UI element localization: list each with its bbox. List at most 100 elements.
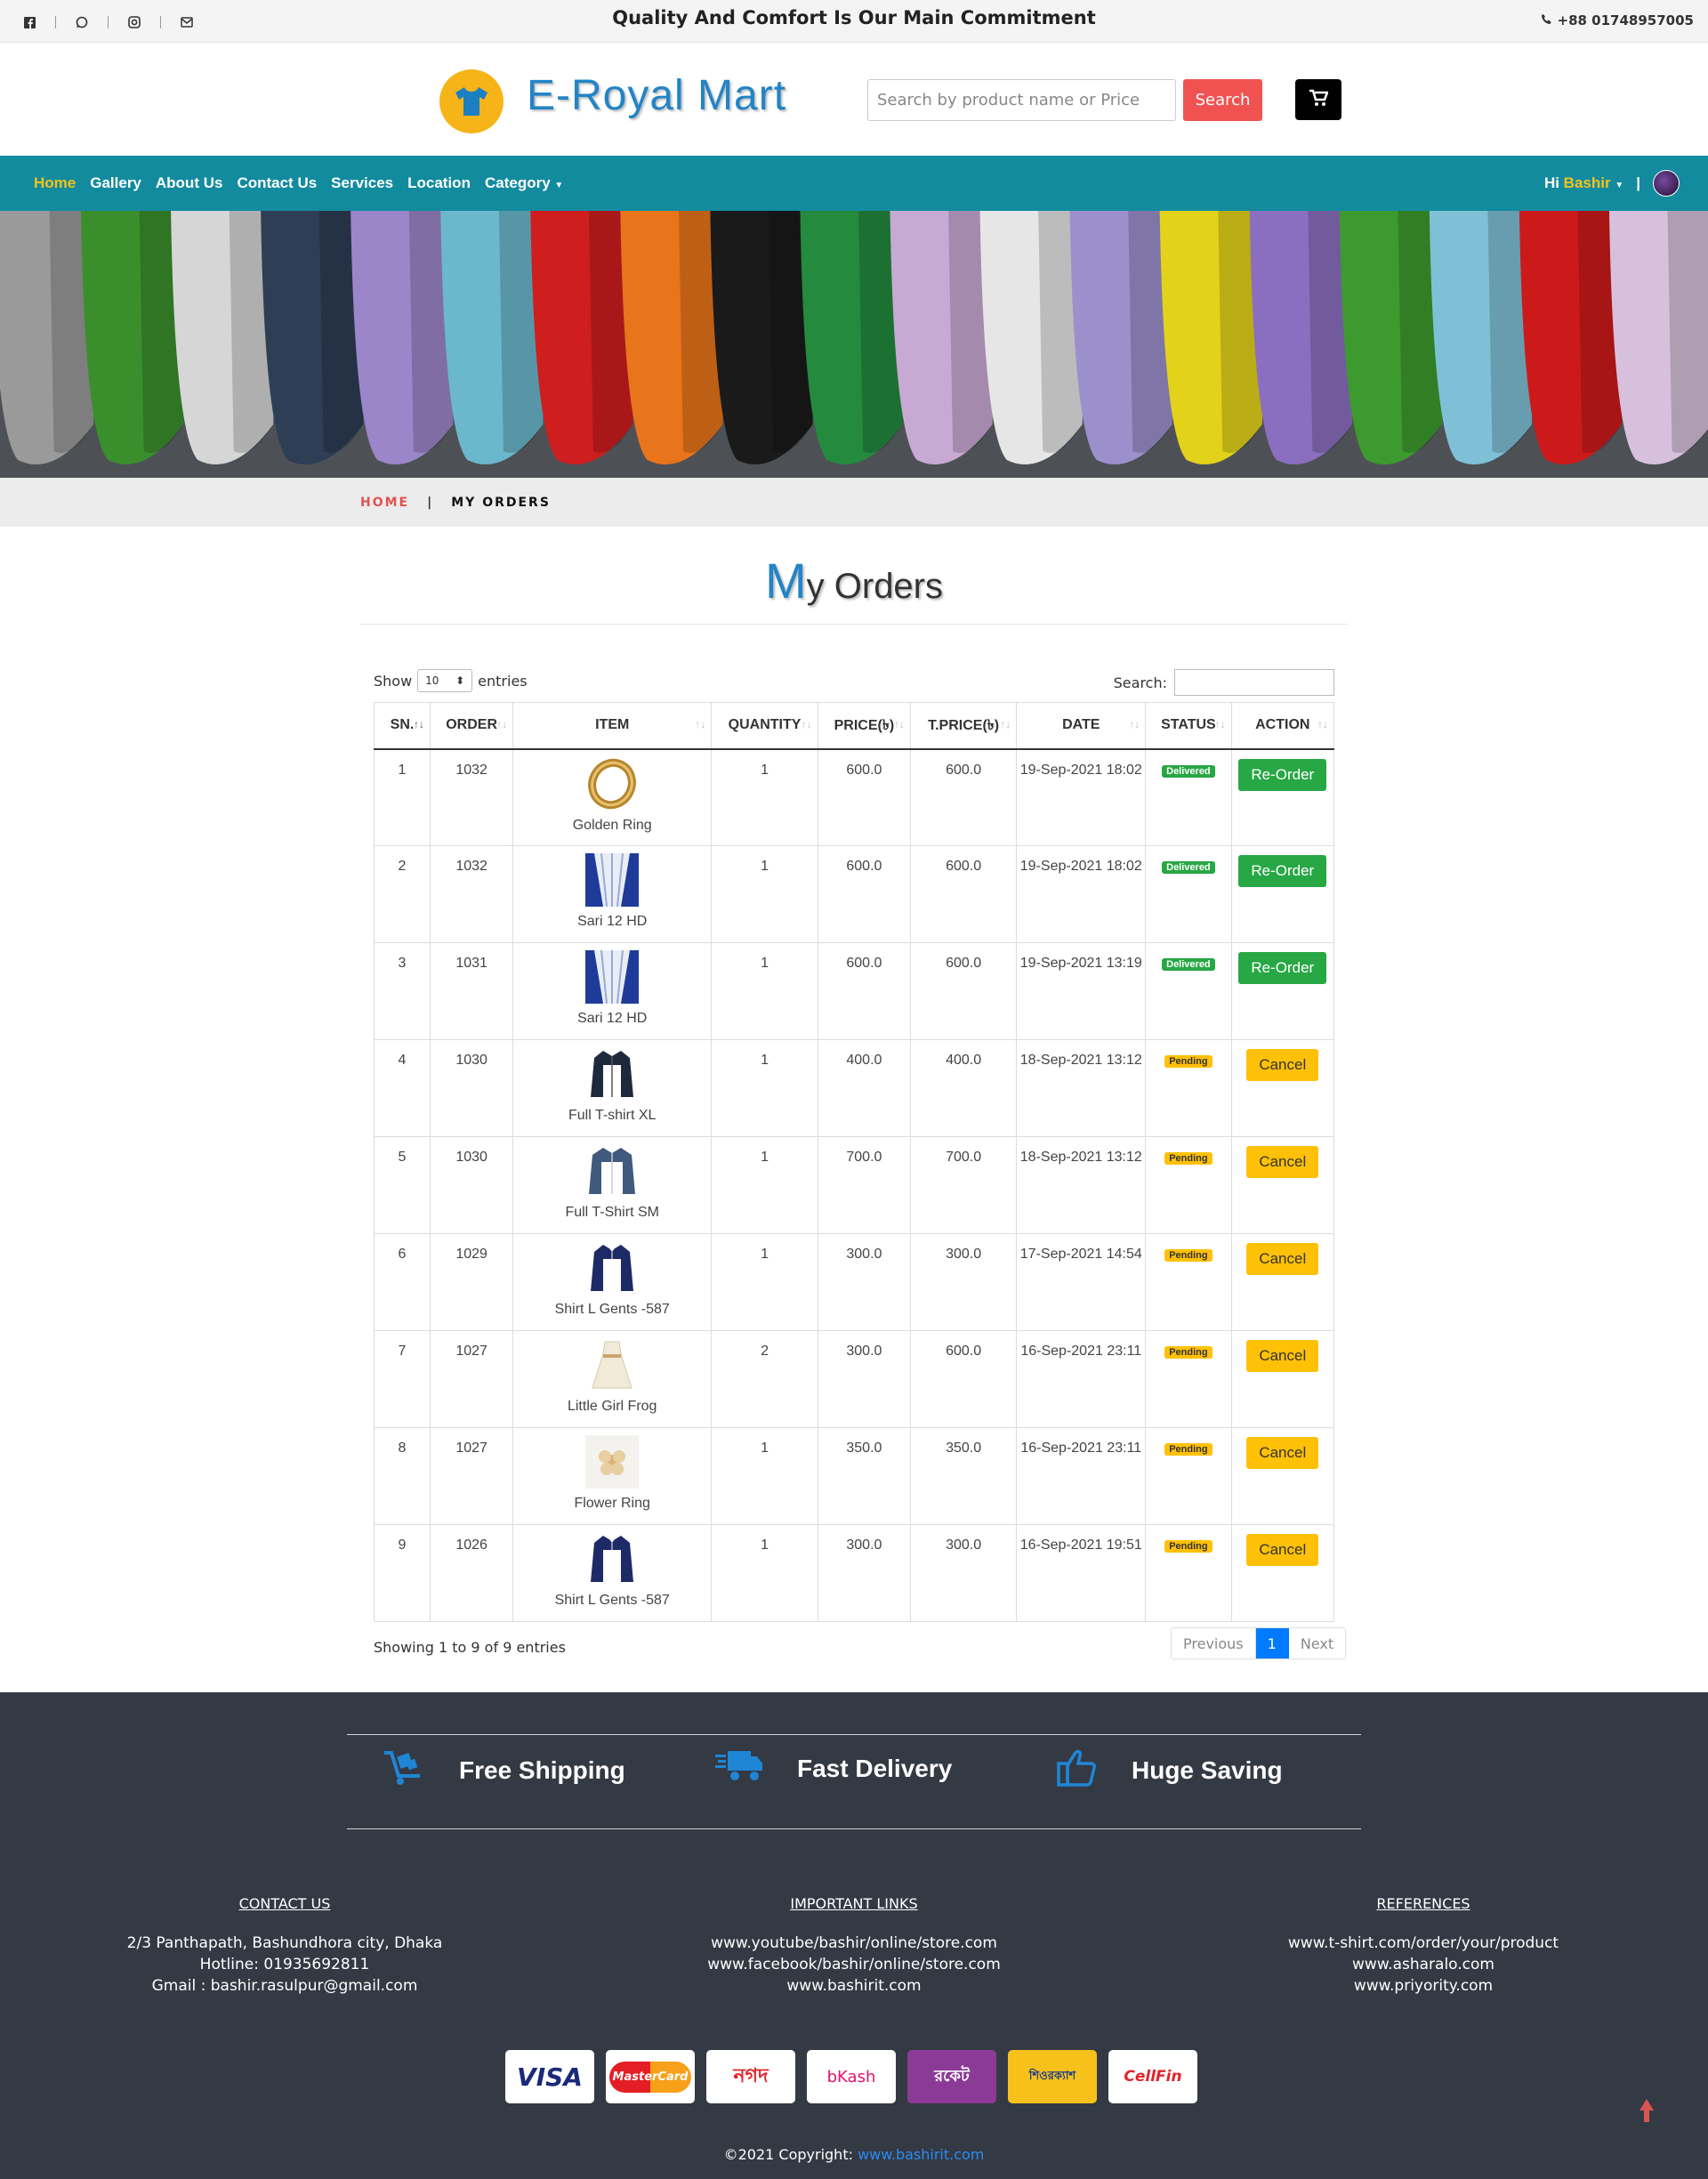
cell-action: Cancel xyxy=(1230,1233,1335,1331)
footer-contact-heading: CONTACT US xyxy=(238,1895,331,1912)
pager-previous[interactable]: Previous xyxy=(1172,1628,1256,1658)
status-badge: Pending xyxy=(1164,1346,1213,1359)
reorder-button[interactable]: Re-Order xyxy=(1238,855,1327,887)
title-divider xyxy=(360,624,1348,625)
product-image[interactable] xyxy=(585,1435,640,1489)
table-row: 9 1026 Shirt L Gents -587 1 300.0 300.0 16-Sep… xyxy=(373,1524,1335,1622)
cell-order: 1030 xyxy=(430,1136,514,1234)
cell-quantity: 1 xyxy=(711,748,818,846)
cell-sn: 2 xyxy=(373,845,431,943)
column-header[interactable]: ACTION ↑↓ xyxy=(1230,702,1335,750)
nav-category-dropdown[interactable]: Category ▼ xyxy=(485,174,563,192)
top-bar: Quality And Comfort Is Our Main Commitme… xyxy=(0,0,1708,43)
table-row: 2 1032 Sari 12 HD 1 600.0 600.0 19-Sep-2021 18… xyxy=(373,845,1335,943)
breadcrumb-home[interactable]: HOME xyxy=(360,496,409,510)
column-header[interactable]: T.PRICE(৳) ↑↓ xyxy=(909,702,1018,750)
brand-name[interactable]: E-Royal Mart xyxy=(527,71,786,120)
cell-price: 350.0 xyxy=(817,1427,911,1525)
footer-reference[interactable]: www.priyority.com xyxy=(1228,1975,1619,1997)
entries-label: entries xyxy=(478,672,528,690)
search-input[interactable]: Search by product name or Price xyxy=(867,79,1176,121)
product-image[interactable] xyxy=(585,1144,639,1198)
copyright-link[interactable]: www.bashirit.com xyxy=(858,2146,984,2163)
table-search-input[interactable] xyxy=(1174,669,1334,696)
cancel-button[interactable]: Cancel xyxy=(1246,1340,1319,1372)
footer-hotline: Hotline: 01935692811 xyxy=(199,1956,370,1973)
nav-services[interactable]: Services xyxy=(331,174,393,192)
select-arrows-icon: ⬍ xyxy=(455,674,465,687)
nav-contact-us[interactable]: Contact Us xyxy=(237,174,317,192)
cancel-button[interactable]: Cancel xyxy=(1246,1049,1319,1081)
column-header[interactable]: QUANTITY ↑↓ xyxy=(711,702,818,750)
reorder-button[interactable]: Re-Order xyxy=(1238,952,1327,984)
avatar[interactable] xyxy=(1653,170,1680,197)
cancel-button[interactable]: Cancel xyxy=(1246,1243,1319,1275)
sort-icon: ↑↓ xyxy=(496,718,508,730)
cell-status: Pending xyxy=(1145,1039,1232,1137)
product-image[interactable] xyxy=(585,1047,639,1101)
cell-price: 700.0 xyxy=(817,1136,911,1234)
entries-select[interactable]: 10 ⬍ xyxy=(417,669,473,692)
reorder-button[interactable]: Re-Order xyxy=(1238,758,1327,791)
column-header[interactable]: PRICE(৳) ↑↓ xyxy=(817,702,911,750)
cancel-button[interactable]: Cancel xyxy=(1246,1534,1319,1566)
product-image[interactable] xyxy=(585,1241,639,1295)
product-image[interactable] xyxy=(585,852,640,908)
cell-total-price: 600.0 xyxy=(909,748,1018,846)
column-header[interactable]: STATUS ↑↓ xyxy=(1145,702,1232,750)
product-image[interactable] xyxy=(585,1532,639,1586)
cell-sn: 5 xyxy=(373,1136,431,1234)
search-button[interactable]: Search xyxy=(1183,79,1262,121)
footer-link[interactable]: www.facebook/bashir/online/store.com xyxy=(658,1954,1050,1975)
footer-references: REFERENCES www.t-shirt.com/order/your/pr… xyxy=(1228,1893,1619,1997)
footer-reference[interactable]: www.asharalo.com xyxy=(1228,1954,1619,1975)
footer-link[interactable]: www.bashirit.com xyxy=(658,1975,1050,1997)
mastercard-text: MasterCard xyxy=(608,2061,692,2093)
cell-action: Re-Order xyxy=(1230,942,1335,1040)
cell-item: Golden Ring xyxy=(512,748,713,846)
cancel-button[interactable]: Cancel xyxy=(1246,1146,1319,1178)
logo-icon[interactable] xyxy=(439,69,504,133)
cell-total-price: 600.0 xyxy=(909,942,1018,1040)
cart-button[interactable] xyxy=(1295,79,1341,120)
cell-sn: 4 xyxy=(373,1039,431,1137)
feature-label: Huge Saving xyxy=(1132,1755,1283,1784)
cell-quantity: 1 xyxy=(711,1136,818,1234)
column-header[interactable]: SN. ↑↓ xyxy=(373,702,431,750)
pager-next[interactable]: Next xyxy=(1289,1628,1345,1658)
caret-down-icon: ▼ xyxy=(1615,181,1624,190)
pager-page-1[interactable]: 1 xyxy=(1255,1628,1289,1658)
phone-icon xyxy=(1541,12,1552,28)
back-to-top-icon[interactable] xyxy=(1639,2098,1655,2129)
product-name: Shirt L Gents -587 xyxy=(554,1302,670,1317)
column-header[interactable]: ORDER ↑↓ xyxy=(430,702,514,750)
nav-about-us[interactable]: About Us xyxy=(156,174,223,192)
table-row: 6 1029 Shirt L Gents -587 1 300.0 300.0 17-Sep… xyxy=(373,1233,1335,1331)
cell-quantity: 1 xyxy=(711,845,818,943)
product-image[interactable] xyxy=(585,949,640,1005)
cell-date: 16-Sep-2021 23:11 xyxy=(1016,1427,1147,1525)
cell-action: Cancel xyxy=(1230,1524,1335,1622)
table-search-label: Search: xyxy=(1113,674,1167,691)
column-header[interactable]: ITEM ↑↓ xyxy=(512,702,713,750)
visa-logo: VISA xyxy=(505,2050,594,2103)
column-header[interactable]: DATE ↑↓ xyxy=(1016,702,1147,750)
nav-gallery[interactable]: Gallery xyxy=(90,174,141,192)
product-image[interactable] xyxy=(585,757,639,811)
column-header-label: QUANTITY xyxy=(728,717,802,733)
status-badge: Delivered xyxy=(1162,764,1215,778)
user-menu[interactable]: Hi Bashir ▼ xyxy=(1544,174,1623,192)
product-image[interactable] xyxy=(585,1338,639,1392)
footer-reference[interactable]: www.t-shirt.com/order/your/product xyxy=(1228,1933,1619,1954)
cancel-button[interactable]: Cancel xyxy=(1246,1437,1319,1469)
product-name: Shirt L Gents -587 xyxy=(554,1593,670,1608)
footer-link[interactable]: www.youtube/bashir/online/store.com xyxy=(658,1933,1050,1954)
cell-price: 400.0 xyxy=(817,1039,911,1137)
nav-location[interactable]: Location xyxy=(407,174,471,192)
sort-icon: ↑↓ xyxy=(414,718,425,730)
sort-icon: ↑↓ xyxy=(1129,718,1140,730)
cell-quantity: 1 xyxy=(711,1524,818,1622)
sort-icon: ↑↓ xyxy=(1214,718,1226,730)
nav-home[interactable]: Home xyxy=(34,174,76,192)
cell-order: 1029 xyxy=(430,1233,514,1331)
